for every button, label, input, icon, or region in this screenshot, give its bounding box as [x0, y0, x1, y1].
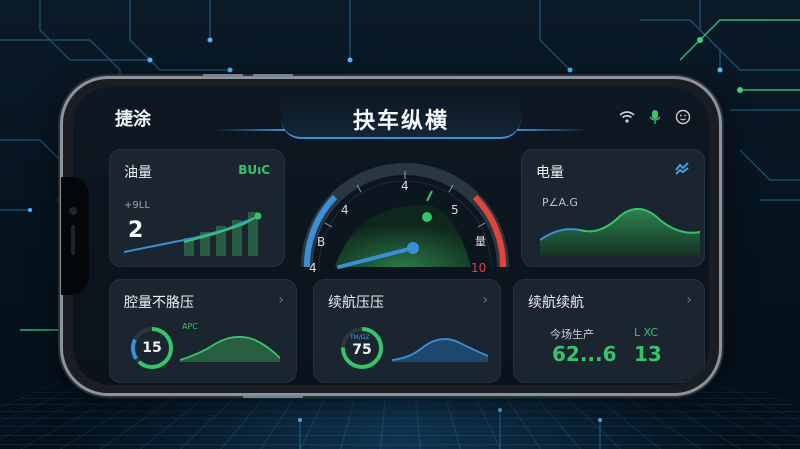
speaker-grille [71, 225, 75, 255]
range-title: 续航续航 [528, 295, 584, 311]
range-pressure-value: 75 [352, 342, 372, 358]
status-icons [619, 109, 691, 125]
mic-icon[interactable] [649, 109, 661, 125]
gauge-label: 5 [451, 203, 459, 217]
speed-gauge: 4 4 5 B 量 4 10 [295, 145, 515, 275]
gauge-label: 4 [309, 261, 317, 275]
brand-label: 捷涂 [115, 109, 151, 130]
wifi-icon [619, 111, 635, 123]
title-frame: 抉车纵横 [281, 95, 521, 139]
range-left-value: 62...6 [552, 342, 617, 366]
pressure-wave-chart [180, 335, 280, 362]
top-bar: 捷涂 抉车纵横 [73, 87, 709, 143]
side-button [203, 74, 243, 77]
power-title: 电量 [536, 165, 564, 181]
range-pressure-mini-label: TM/ΩZ [350, 334, 370, 341]
pressure-value: 15 [142, 340, 162, 356]
range-pressure-title: 续航压压 [328, 295, 384, 311]
side-button [253, 74, 293, 77]
battery-icon [675, 162, 689, 175]
pressure-mini-label: APC [182, 322, 198, 331]
chevron-right-icon[interactable]: › [686, 292, 692, 308]
range-card[interactable]: 续航续航 › 今场生产 62...6 L XC 13 [513, 279, 705, 383]
pressure-title: 腔量不胳压 [124, 295, 194, 311]
gauge-label: 10 [471, 261, 487, 275]
range-right-label: L XC [634, 326, 659, 339]
range-pressure-card[interactable]: 续航压压 › TM/ΩZ 75 [313, 279, 501, 383]
range-right-value: 13 [634, 342, 662, 366]
gauge-label: 4 [341, 203, 349, 217]
screen: 捷涂 抉车纵横 油量 BUıC +9LL 2 4 4 5 B 量 4 10 电量… [73, 87, 709, 385]
phone-notch [61, 177, 89, 295]
phone-frame: 捷涂 抉车纵横 油量 BUıC +9LL 2 4 4 5 B 量 4 10 电量… [60, 74, 722, 398]
face-icon[interactable] [675, 109, 691, 125]
pressure-card[interactable]: 腔量不胳压 › 15 APC [109, 279, 297, 383]
fuel-badge: BUıC [238, 163, 270, 177]
power-trend-chart [540, 208, 700, 256]
title-deco-line [517, 129, 589, 131]
side-button [243, 395, 303, 398]
range-pressure-wave-chart [392, 338, 488, 362]
fuel-title: 油量 [124, 165, 152, 181]
gauge-label: 4 [401, 179, 409, 193]
gauge-label: 量 [475, 235, 486, 248]
fuel-trend-chart [124, 212, 262, 256]
camera-icon [69, 207, 77, 215]
title-deco-line [213, 129, 285, 131]
page-title: 抉车纵横 [352, 109, 449, 134]
chevron-right-icon[interactable]: › [482, 292, 488, 308]
chevron-right-icon[interactable]: › [278, 292, 284, 308]
power-card[interactable]: 电量 P∠A.G [521, 149, 705, 267]
fuel-card[interactable]: 油量 BUıC +9LL 2 [109, 149, 285, 267]
gauge-label: B [317, 235, 326, 249]
range-left-label: 今场生产 [550, 328, 594, 341]
gauge-dial [301, 163, 509, 269]
